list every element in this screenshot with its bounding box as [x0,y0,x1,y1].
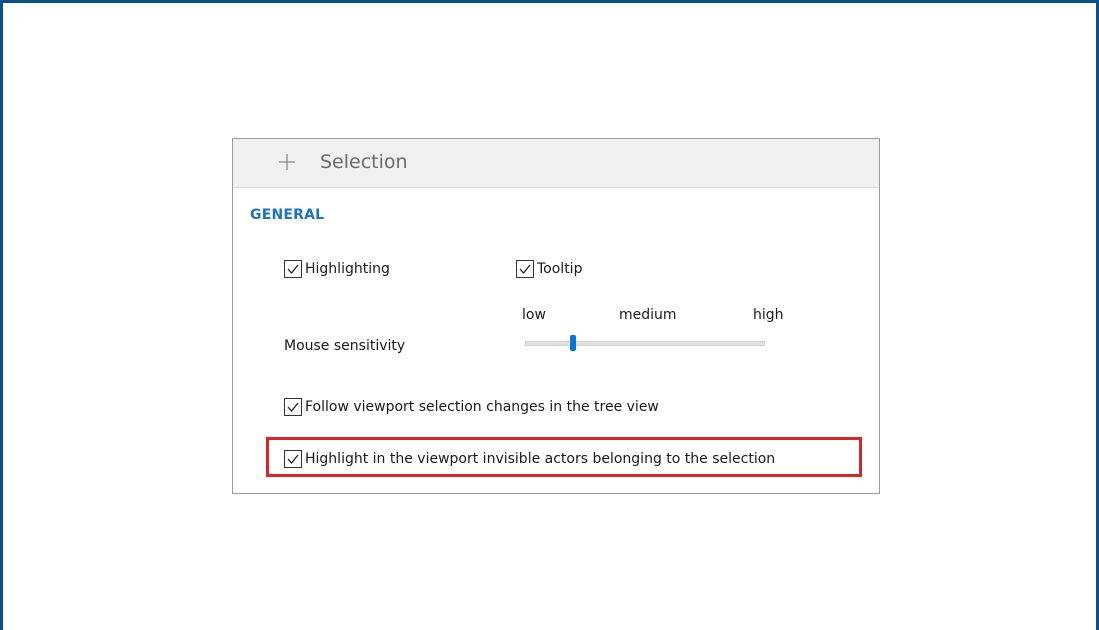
follow-viewport-checkbox[interactable] [284,398,302,416]
tooltip-checkbox[interactable] [516,260,534,278]
follow-viewport-checkbox-row[interactable]: Follow viewport selection changes in the… [284,398,659,416]
tooltip-checkbox-row[interactable]: Tooltip [516,260,582,278]
slider-tick-low: low [522,307,546,323]
slider-tick-medium: medium [619,307,677,323]
plus-icon[interactable] [278,153,296,171]
checkmark-icon [287,454,299,465]
highlighting-label: Highlighting [305,261,390,277]
mouse-sensitivity-slider[interactable] [525,341,765,346]
highlight-invisible-checkbox[interactable] [284,450,302,468]
checkmark-icon [287,402,299,413]
highlighting-checkbox-row[interactable]: Highlighting [284,260,390,278]
selection-panel: Selection GENERAL Highlighting Tooltip l… [232,138,880,494]
highlighting-checkbox[interactable] [284,260,302,278]
panel-title: Selection [320,151,408,173]
checkmark-icon [519,264,531,275]
section-title-general: GENERAL [250,207,325,223]
highlight-invisible-checkbox-row[interactable]: Highlight in the viewport invisible acto… [284,450,775,468]
follow-viewport-label: Follow viewport selection changes in the… [305,399,659,415]
slider-thumb[interactable] [570,335,576,351]
slider-tick-high: high [753,307,784,323]
highlight-invisible-label: Highlight in the viewport invisible acto… [305,451,776,467]
mouse-sensitivity-label: Mouse sensitivity [284,338,406,354]
checkmark-icon [287,264,299,275]
tooltip-label: Tooltip [537,261,583,277]
panel-header[interactable]: Selection [233,139,879,188]
